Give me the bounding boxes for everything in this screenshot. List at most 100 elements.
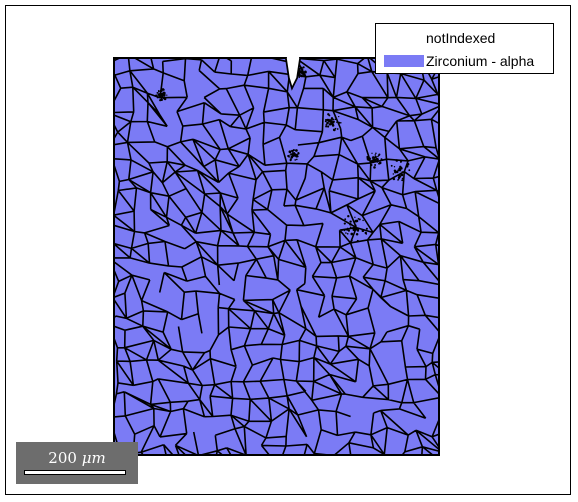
unindexed-speckle <box>296 158 298 161</box>
unindexed-speckle <box>400 167 403 170</box>
unindexed-speckle <box>295 153 297 155</box>
unindexed-speckle <box>371 152 373 154</box>
unindexed-speckle <box>353 227 355 229</box>
unindexed-speckle <box>355 224 357 227</box>
legend-label: Zirconium - alpha <box>426 53 535 69</box>
unindexed-speckle <box>392 177 396 181</box>
unindexed-speckle <box>325 118 327 121</box>
unindexed-speckle <box>380 158 383 161</box>
unindexed-speckle <box>344 218 347 221</box>
unindexed-speckle <box>336 128 339 130</box>
unindexed-speckle <box>343 229 346 232</box>
unindexed-speckle <box>355 219 359 223</box>
unindexed-speckle <box>375 158 378 160</box>
unindexed-speckle <box>297 152 300 155</box>
unindexed-speckle <box>326 121 329 125</box>
unindexed-speckle <box>336 121 338 123</box>
unindexed-speckle <box>401 177 404 180</box>
unindexed-speckle <box>369 160 373 164</box>
scale-bar-line <box>24 470 126 475</box>
unindexed-speckle <box>294 159 297 161</box>
unindexed-speckle <box>365 227 368 230</box>
legend-item-not-indexed: notIndexed <box>376 27 553 49</box>
unindexed-speckle <box>346 228 349 231</box>
unindexed-speckle <box>332 121 334 124</box>
unindexed-speckle <box>291 154 294 157</box>
scale-bar-value: 200 <box>48 449 77 467</box>
unindexed-speckle <box>376 160 379 163</box>
unindexed-speckle <box>161 94 164 97</box>
unindexed-speckle <box>378 162 381 165</box>
unindexed-speckle <box>366 155 369 159</box>
unindexed-speckle <box>329 121 332 124</box>
unindexed-speckle <box>374 154 377 156</box>
unindexed-speckle <box>390 164 393 167</box>
unindexed-speckle <box>163 97 167 101</box>
unindexed-speckle <box>401 179 404 182</box>
unindexed-speckle <box>403 171 406 174</box>
unindexed-speckle <box>347 227 349 229</box>
unindexed-speckle <box>371 157 374 159</box>
unindexed-speckle <box>159 99 162 102</box>
unindexed-speckle <box>330 117 334 120</box>
unindexed-speckle <box>361 229 365 233</box>
unindexed-speckle <box>375 152 377 154</box>
unindexed-speckle <box>289 154 291 156</box>
unindexed-speckle <box>368 157 370 160</box>
unindexed-speckle <box>373 156 376 159</box>
unindexed-speckle <box>341 229 343 231</box>
unindexed-speckle <box>298 71 301 74</box>
scale-bar: 200 μm <box>16 442 138 484</box>
unindexed-speckle <box>374 164 377 166</box>
unindexed-speckle <box>340 122 342 124</box>
unindexed-speckle <box>393 166 396 168</box>
unindexed-speckle <box>406 162 410 166</box>
scale-bar-label: 200 μm <box>16 449 138 467</box>
unindexed-speckle <box>343 222 346 225</box>
unindexed-speckle <box>162 93 166 97</box>
scale-bar-unit: μm <box>81 449 106 467</box>
unindexed-speckle <box>304 71 307 74</box>
unindexed-speckle <box>295 149 298 152</box>
unindexed-speckle <box>349 223 352 226</box>
unindexed-speckle <box>288 156 290 158</box>
legend-swatch-not-indexed <box>384 32 424 44</box>
unindexed-speckle <box>334 127 337 130</box>
unindexed-speckle <box>303 74 306 77</box>
unindexed-speckle <box>356 239 359 243</box>
unindexed-speckle <box>289 158 292 161</box>
ebsd-phase-map <box>113 57 440 456</box>
unindexed-speckle <box>395 159 399 162</box>
unindexed-speckle <box>392 173 395 175</box>
unindexed-speckle <box>355 232 359 236</box>
unindexed-speckle <box>300 71 303 74</box>
unindexed-speckle <box>302 66 305 69</box>
unindexed-speckle <box>397 176 401 180</box>
unindexed-speckle <box>166 94 168 96</box>
unindexed-speckle <box>401 171 403 173</box>
unindexed-speckle <box>400 173 404 177</box>
legend: notIndexed Zirconium - alpha <box>375 23 554 74</box>
legend-swatch-zirconium-alpha <box>384 55 424 67</box>
unindexed-speckle <box>291 149 294 153</box>
unindexed-speckle <box>333 129 336 131</box>
unindexed-speckle <box>156 91 159 94</box>
unindexed-speckle <box>163 89 165 91</box>
unindexed-speckle <box>298 76 300 78</box>
unindexed-speckle <box>354 216 356 218</box>
unindexed-speckle <box>325 124 328 126</box>
unindexed-speckle <box>370 163 373 167</box>
legend-label: notIndexed <box>426 30 496 46</box>
unindexed-speckle <box>158 93 160 95</box>
unindexed-speckle <box>406 165 409 168</box>
unindexed-speckle <box>358 218 361 221</box>
unindexed-speckle <box>292 152 294 155</box>
unindexed-speckle <box>350 239 353 242</box>
unindexed-speckle <box>355 227 358 230</box>
unindexed-speckle <box>350 232 354 236</box>
unindexed-speckle <box>289 151 292 154</box>
unindexed-speckle <box>349 226 352 229</box>
unindexed-speckle <box>325 125 328 128</box>
unindexed-speckle <box>398 179 400 181</box>
unindexed-speckle <box>290 153 292 155</box>
